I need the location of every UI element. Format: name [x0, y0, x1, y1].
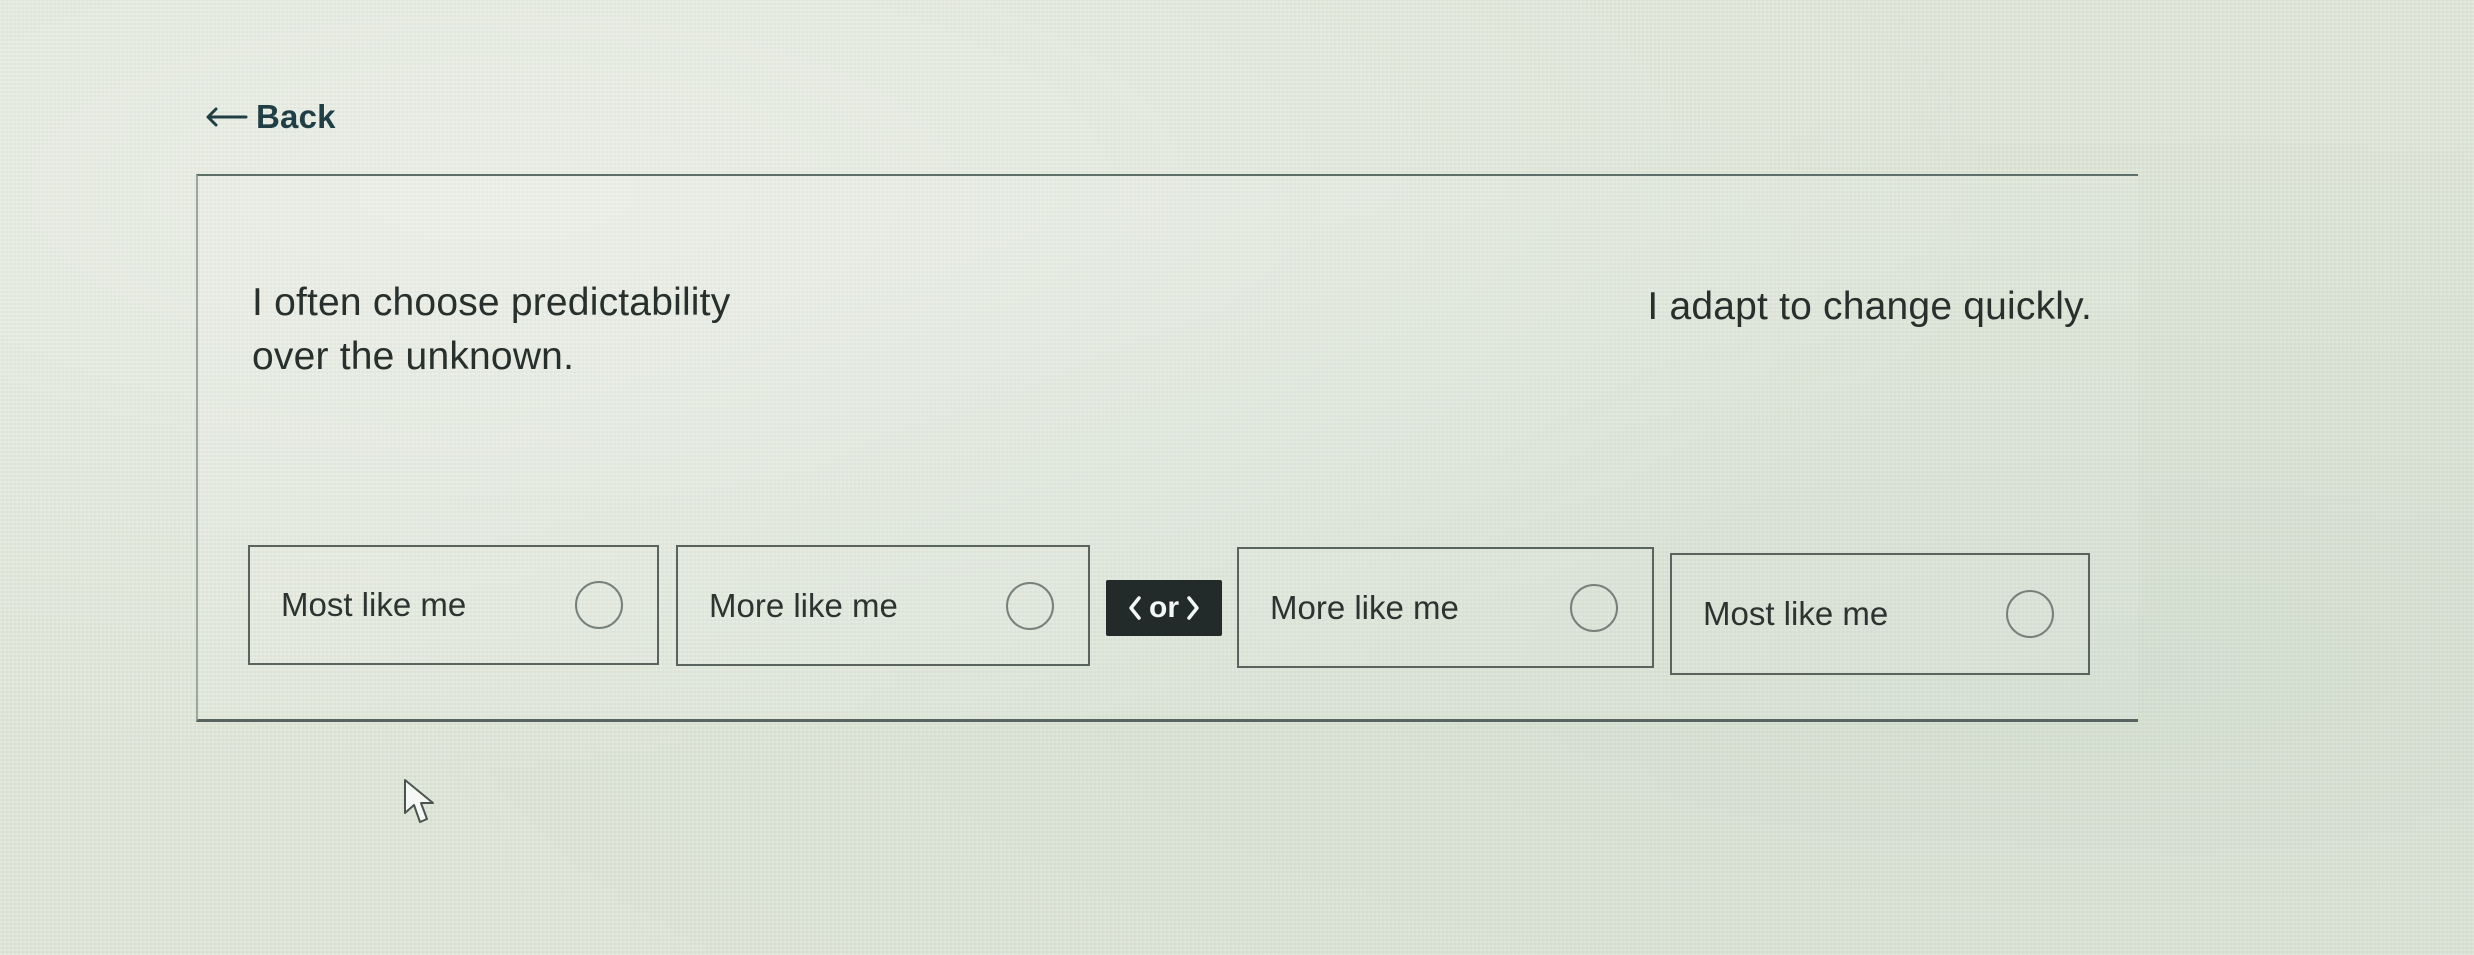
radio-icon[interactable] — [575, 581, 623, 629]
or-label: or — [1149, 591, 1179, 624]
mouse-pointer-icon — [404, 779, 434, 823]
option-right-more-like-me[interactable]: More like me — [1237, 547, 1654, 668]
or-divider: or — [1106, 580, 1222, 636]
option-left-most-like-me[interactable]: Most like me — [248, 545, 659, 665]
radio-icon[interactable] — [1006, 581, 1054, 630]
chevron-left-icon — [1129, 596, 1141, 620]
option-right-most-like-me[interactable]: Most like me — [1670, 553, 2090, 675]
back-arrow-icon — [206, 107, 248, 127]
option-label: Most like me — [281, 586, 467, 623]
option-label: More like me — [1270, 588, 1459, 626]
radio-icon[interactable] — [1570, 583, 1618, 632]
option-left-more-like-me[interactable]: More like me — [676, 545, 1090, 666]
option-label: Most like me — [1703, 595, 1889, 632]
option-label: More like me — [709, 586, 898, 624]
back-link[interactable]: Back — [204, 98, 336, 136]
chevron-right-icon — [1187, 596, 1199, 620]
right-statement: I adapt to change quickly. — [1647, 285, 2092, 328]
back-label: Back — [256, 98, 336, 135]
radio-icon[interactable] — [2006, 590, 2054, 638]
left-statement: I often choose predictability over the u… — [252, 281, 731, 378]
